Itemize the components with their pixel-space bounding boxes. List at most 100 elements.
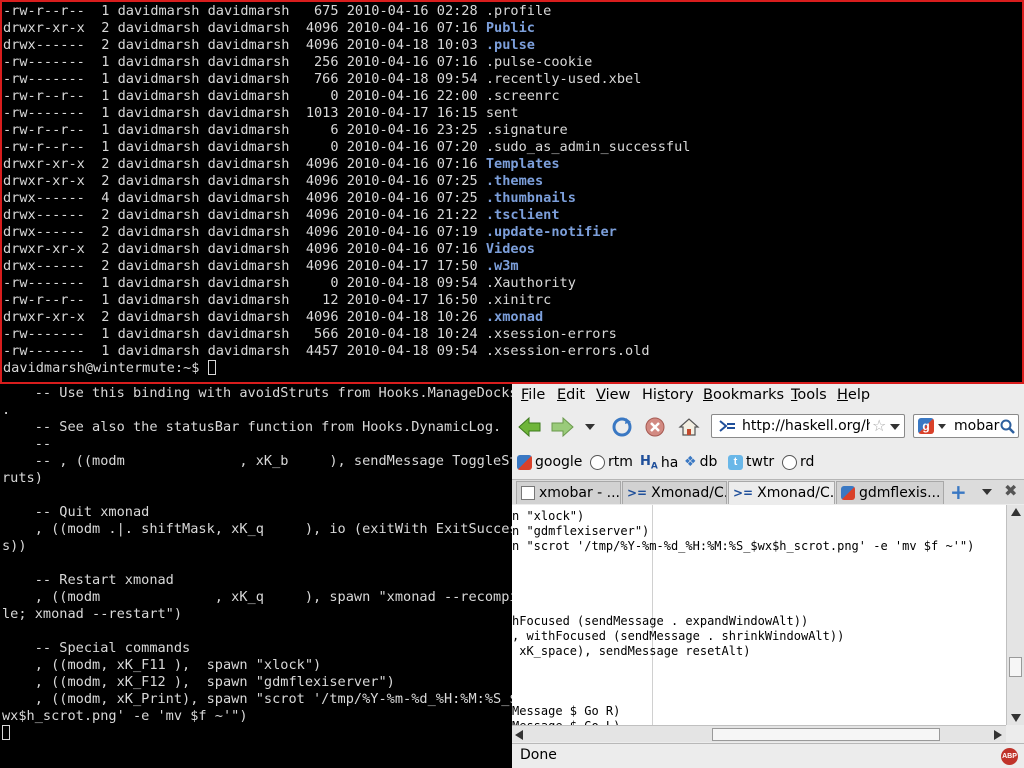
vertical-scrollbar[interactable]	[1006, 505, 1024, 725]
ls-row-meta: -rw------- 1 davidmarsh davidmarsh 1013 …	[3, 105, 486, 121]
editor-line: , ((modm .|. shiftMask, xK_q ), io (exit…	[2, 521, 512, 537]
scroll-thumb[interactable]	[1009, 657, 1022, 677]
stop-button[interactable]	[642, 414, 668, 440]
ls-row-meta: -rw------- 1 davidmarsh davidmarsh 766 2…	[3, 71, 486, 87]
close-tab-icon[interactable]: ✖	[1004, 481, 1017, 500]
editor-line: -- Restart xmonad	[2, 572, 174, 588]
google-search-engine-icon[interactable]: g	[918, 418, 934, 434]
prompt-text: davidmarsh@wintermute:~$	[3, 360, 208, 376]
horizontal-scrollbar[interactable]	[512, 725, 1006, 742]
tab-gdmflexiserver[interactable]: gdmflexis...	[836, 481, 944, 504]
haskell-icon: >=	[733, 486, 754, 500]
ls-row-meta: -rw------- 1 davidmarsh davidmarsh 4457 …	[3, 343, 486, 359]
ls-dir-name: .tsclient	[485, 207, 560, 223]
magnifier-icon[interactable]	[1000, 419, 1016, 435]
url-text[interactable]: http://haskell.org/haskellwiki/Xmonad	[742, 418, 870, 434]
bookmark-star-icon[interactable]: ☆	[872, 416, 886, 435]
engine-dropdown-icon[interactable]	[938, 424, 946, 429]
terminal-editor[interactable]: -- Use this binding with avoidStruts fro…	[0, 384, 512, 768]
home-button[interactable]	[676, 414, 702, 440]
code-line: n "xlock")	[512, 509, 585, 523]
stop-icon	[645, 417, 665, 437]
editor-cursor-line	[2, 725, 512, 742]
ls-row: -rw------- 1 davidmarsh davidmarsh 256 2…	[3, 54, 690, 71]
ls-row-meta: drwxr-xr-x 2 davidmarsh davidmarsh 4096 …	[3, 173, 486, 189]
ls-row: drwxr-xr-x 2 davidmarsh davidmarsh 4096 …	[3, 20, 690, 37]
menu-tools[interactable]: Tools	[791, 387, 827, 403]
menu-edit[interactable]: Edit	[557, 387, 585, 403]
tab-xmonad-config-1[interactable]: >=Xmonad/C...	[622, 481, 727, 504]
ls-row: drwxr-xr-x 2 davidmarsh davidmarsh 4096 …	[3, 156, 690, 173]
tab-xmobar[interactable]: xmobar - ...	[516, 481, 621, 504]
forward-button[interactable]	[549, 414, 575, 440]
adblock-icon[interactable]: ABP	[1001, 748, 1018, 765]
dropbox-icon: ❖	[684, 454, 697, 470]
menu-file[interactable]: File	[521, 387, 545, 403]
bookmark-ha[interactable]: HA ha	[640, 454, 678, 472]
ls-row: drwxr-xr-x 2 davidmarsh davidmarsh 4096 …	[3, 173, 690, 190]
ls-file-name: .recently-used.xbel	[485, 71, 642, 87]
reload-icon	[612, 417, 632, 437]
editor-line: .	[2, 402, 11, 418]
page-content[interactable]: n "xlock") n "gdmflexiserver") n "scrot '/…	[512, 505, 1006, 725]
bookmark-google[interactable]: google	[517, 454, 582, 470]
hscroll-thumb[interactable]	[712, 728, 940, 741]
code-line: , withFocused (sendMessage . shrinkWindo…	[512, 629, 845, 643]
menu-bookmarks[interactable]: Bookmarks	[703, 387, 784, 403]
url-bar[interactable]: http://haskell.org/haskellwiki/Xmonad ☆	[711, 414, 905, 438]
code-line: n "scrot '/tmp/%Y-%m-%d_%H:%M:%S_$wx$h_s…	[512, 539, 975, 553]
back-button[interactable]	[517, 414, 543, 440]
ls-row-meta: drwxr-xr-x 2 davidmarsh davidmarsh 4096 …	[3, 309, 486, 325]
scroll-left-icon[interactable]	[515, 730, 523, 740]
menu-help[interactable]: Help	[837, 387, 870, 403]
google-icon	[517, 454, 532, 470]
search-input[interactable]: mobar	[954, 418, 999, 434]
cow-icon	[590, 454, 605, 470]
editor-line: -- See also the statusBar function from …	[2, 419, 502, 435]
list-tabs-icon[interactable]	[982, 489, 992, 495]
scroll-up-icon[interactable]	[1011, 508, 1021, 516]
bookmark-twtr[interactable]: t twtr	[728, 454, 774, 470]
menu-history[interactable]: History	[642, 387, 694, 403]
bookmark-rd[interactable]: rd	[782, 454, 814, 470]
editor-line: -- Quit xmonad	[2, 504, 150, 520]
search-bar[interactable]: g mobar	[913, 414, 1019, 438]
reload-button[interactable]	[609, 414, 635, 440]
editor-line: -- Use this binding with avoidStruts fro…	[2, 385, 512, 401]
bookmark-rtm[interactable]: rtm	[590, 454, 633, 470]
history-dropdown[interactable]	[581, 414, 599, 440]
ls-row-meta: -rw-r--r-- 1 davidmarsh davidmarsh 0 201…	[3, 88, 486, 104]
menu-view[interactable]: View	[596, 387, 630, 403]
ls-dir-name: .w3m	[485, 258, 519, 274]
google-icon	[841, 486, 855, 500]
editor-line: le; xmonad --restart")	[2, 606, 183, 622]
ls-file-name: .Xauthority	[485, 275, 576, 291]
home-icon	[678, 418, 700, 436]
reddit-icon	[782, 454, 797, 470]
editor-line: -- , ((modm , xK_b ), sendMessage Toggle…	[2, 453, 512, 469]
shell-prompt[interactable]: davidmarsh@wintermute:~$	[3, 360, 690, 377]
terminal-top[interactable]: -rw-r--r-- 1 davidmarsh davidmarsh 675 2…	[0, 0, 1024, 384]
bookmark-db[interactable]: ❖ db	[684, 454, 717, 470]
ls-file-name: .profile	[485, 3, 552, 19]
tab-xmonad-config-2[interactable]: >= Xmonad/C...	[728, 481, 835, 504]
ls-row-meta: drwx------ 2 davidmarsh davidmarsh 4096 …	[3, 258, 486, 274]
url-dropdown-icon[interactable]	[890, 424, 900, 430]
haskell-icon: >=	[627, 486, 648, 500]
ls-row: drwx------ 2 davidmarsh davidmarsh 4096 …	[3, 258, 690, 275]
text-cursor	[207, 360, 216, 375]
new-tab-icon[interactable]: +	[950, 480, 967, 504]
status-bar: Done ABP	[512, 743, 1024, 768]
twitter-icon: t	[728, 454, 743, 470]
editor-line: s))	[2, 538, 27, 554]
ls-dir-name: .xmonad	[485, 309, 544, 325]
ls-row: -rw------- 1 davidmarsh davidmarsh 0 201…	[3, 275, 690, 292]
scroll-right-icon[interactable]	[994, 730, 1002, 740]
code-line: hFocused (sendMessage . expandWindowAlt)…	[512, 614, 809, 628]
ls-row-meta: -rw-r--r-- 1 davidmarsh davidmarsh 0 201…	[3, 139, 486, 155]
ls-dir-name: .themes	[485, 173, 544, 189]
scroll-down-icon[interactable]	[1011, 714, 1021, 722]
ls-file-name: .sudo_as_admin_successful	[485, 139, 691, 155]
browser-window: File Edit View History Bookmarks Tools H…	[512, 384, 1024, 768]
